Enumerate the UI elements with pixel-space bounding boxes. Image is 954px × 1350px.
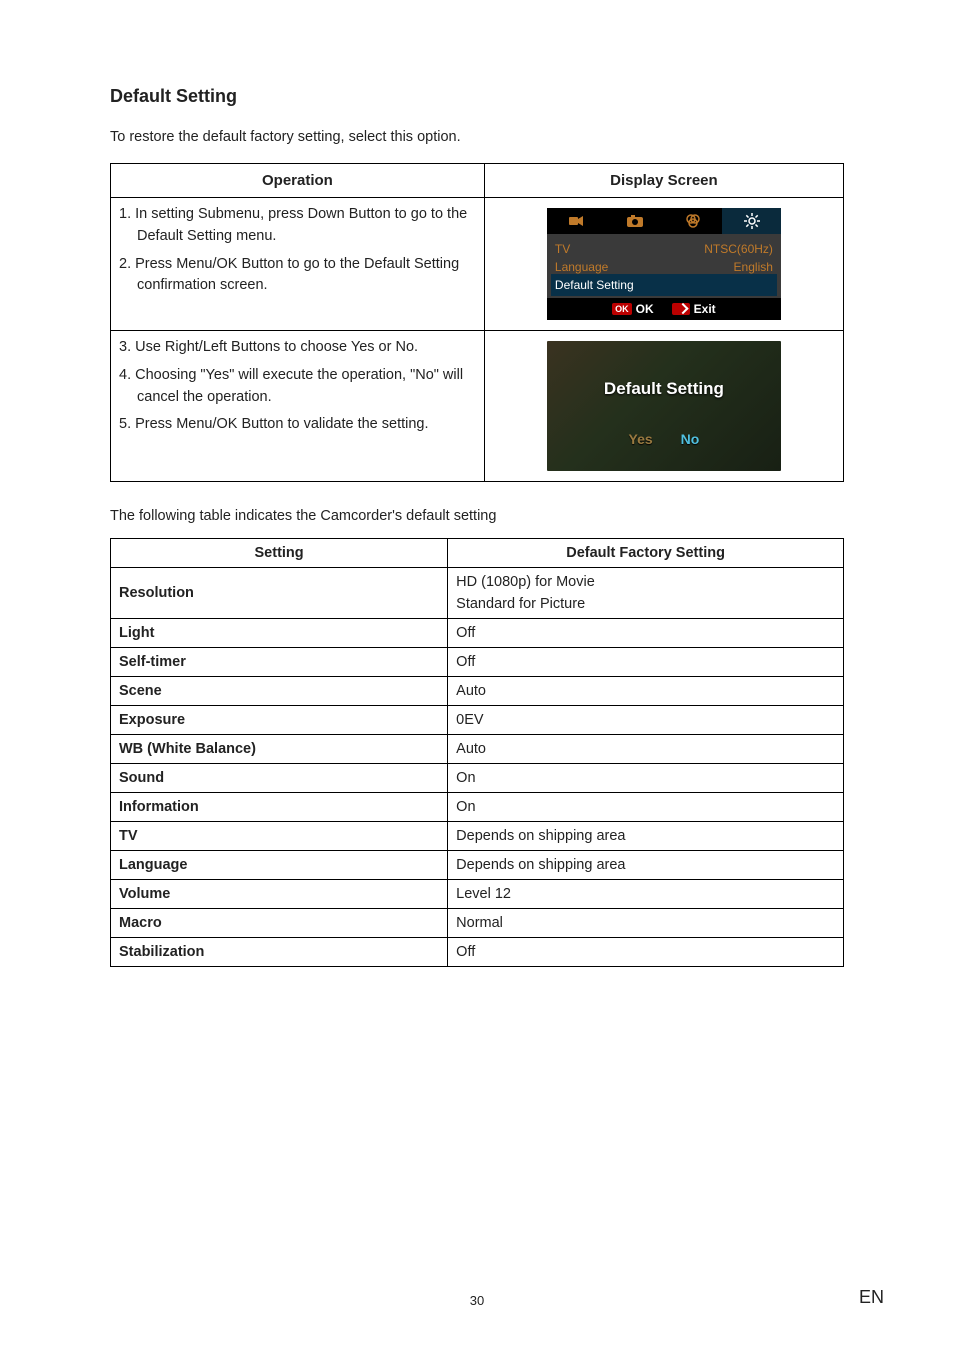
setting-value: HD (1080p) for MovieStandard for Picture	[448, 568, 844, 619]
intro-text: To restore the default factory setting, …	[110, 129, 844, 145]
table-row: Self-timerOff	[111, 648, 844, 677]
table-row: StabilizationOff	[111, 938, 844, 967]
menu-label: TV	[555, 242, 570, 256]
tab-photo-icon	[605, 208, 664, 234]
table-row: TVDepends on shipping area	[111, 822, 844, 851]
table-row: InformationOn	[111, 793, 844, 822]
exit-label: Exit	[694, 302, 716, 316]
setting-value: Off	[448, 619, 844, 648]
confirm-yes: Yes	[629, 431, 653, 447]
setting-name: TV	[111, 822, 448, 851]
ok-hint: OK OK	[612, 302, 654, 316]
table-row: VolumeLevel 12	[111, 880, 844, 909]
confirm-no: No	[681, 431, 700, 447]
table-row: LanguageDepends on shipping area	[111, 851, 844, 880]
table-row: LightOff	[111, 619, 844, 648]
op-cell-steps-1: 1. In setting Submenu, press Down Button…	[111, 198, 485, 331]
setting-value: Level 12	[448, 880, 844, 909]
def-head-left: Setting	[111, 539, 448, 568]
setting-value: Auto	[448, 677, 844, 706]
ok-label: OK	[636, 302, 654, 316]
menu-label: Language	[555, 260, 608, 274]
menu-body: TV NTSC(60Hz) Language English Default S…	[547, 234, 781, 298]
step: 2. Press Menu/OK Button to go to the Def…	[119, 254, 476, 298]
setting-value: On	[448, 764, 844, 793]
def-head-right: Default Factory Setting	[448, 539, 844, 568]
display-cell-2: Default Setting Yes No	[484, 331, 843, 482]
step: 3. Use Right/Left Buttons to choose Yes …	[119, 337, 476, 359]
exit-hint: Exit	[672, 302, 716, 316]
setting-name: Volume	[111, 880, 448, 909]
page-number: 30	[0, 1293, 954, 1308]
confirm-buttons: Yes No	[547, 431, 781, 447]
table-row: SceneAuto	[111, 677, 844, 706]
language-code: EN	[859, 1287, 884, 1308]
step: 1. In setting Submenu, press Down Button…	[119, 204, 476, 248]
bottom-bar: OK OK Exit	[547, 298, 781, 320]
mid-text: The following table indicates the Camcor…	[110, 508, 844, 524]
setting-name: Information	[111, 793, 448, 822]
page-footer: 30 EN	[0, 1293, 954, 1308]
settings-menu-mock: TV NTSC(60Hz) Language English Default S…	[547, 208, 781, 320]
setting-name: Resolution	[111, 568, 448, 619]
table-row: MacroNormal	[111, 909, 844, 938]
table-row: ResolutionHD (1080p) for MovieStandard f…	[111, 568, 844, 619]
confirm-title: Default Setting	[547, 379, 781, 399]
setting-value: Depends on shipping area	[448, 851, 844, 880]
setting-name: WB (White Balance)	[111, 735, 448, 764]
menu-value: NTSC(60Hz)	[704, 242, 773, 256]
tab-settings-icon	[722, 208, 781, 234]
setting-value: 0EV	[448, 706, 844, 735]
operation-table: Operation Display Screen 1. In setting S…	[110, 163, 844, 482]
setting-name: Scene	[111, 677, 448, 706]
menu-value: English	[734, 260, 773, 274]
ok-chip-icon: OK	[612, 303, 632, 315]
op-cell-steps-2: 3. Use Right/Left Buttons to choose Yes …	[111, 331, 485, 482]
setting-value: Off	[448, 648, 844, 677]
op-head-right: Display Screen	[484, 164, 843, 198]
op-head-left: Operation	[111, 164, 485, 198]
setting-value: Normal	[448, 909, 844, 938]
confirm-dialog-mock: Default Setting Yes No	[547, 341, 781, 471]
table-row: WB (White Balance)Auto	[111, 735, 844, 764]
table-row: Exposure0EV	[111, 706, 844, 735]
tab-video-icon	[547, 208, 606, 234]
setting-name: Light	[111, 619, 448, 648]
menu-row-default-setting: Default Setting	[551, 274, 777, 296]
step: 4. Choosing "Yes" will execute the opera…	[119, 365, 476, 409]
setting-name: Macro	[111, 909, 448, 938]
setting-value: On	[448, 793, 844, 822]
setting-value: Auto	[448, 735, 844, 764]
setting-name: Stabilization	[111, 938, 448, 967]
table-row: SoundOn	[111, 764, 844, 793]
section-heading: Default Setting	[110, 86, 844, 107]
display-cell-1: TV NTSC(60Hz) Language English Default S…	[484, 198, 843, 331]
step: 5. Press Menu/OK Button to validate the …	[119, 414, 476, 436]
setting-name: Sound	[111, 764, 448, 793]
tab-bar	[547, 208, 781, 234]
setting-value: Depends on shipping area	[448, 822, 844, 851]
setting-name: Exposure	[111, 706, 448, 735]
setting-name: Language	[111, 851, 448, 880]
setting-value: Off	[448, 938, 844, 967]
menu-row-tv: TV NTSC(60Hz)	[555, 240, 773, 258]
menu-label: Default Setting	[555, 278, 634, 292]
tab-effect-icon	[664, 208, 723, 234]
setting-name: Self-timer	[111, 648, 448, 677]
defaults-table: Setting Default Factory Setting Resoluti…	[110, 538, 844, 967]
exit-icon	[672, 303, 690, 315]
